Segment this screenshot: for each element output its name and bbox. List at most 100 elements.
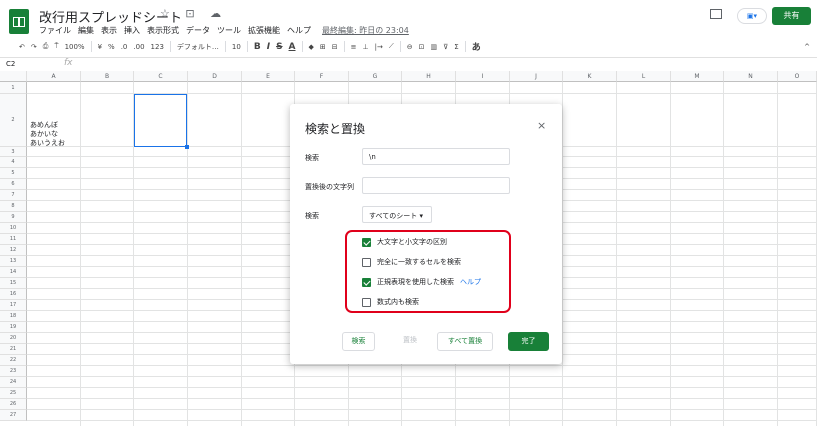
column-header[interactable]: N — [724, 71, 778, 82]
replace-input[interactable] — [362, 177, 510, 194]
merge-cells-icon[interactable]: ⊟ — [329, 43, 341, 51]
column-header[interactable]: C — [134, 71, 188, 82]
comment-history-icon[interactable] — [710, 9, 722, 19]
sheets-logo-icon[interactable] — [9, 9, 29, 34]
bold-icon[interactable]: B — [251, 42, 264, 52]
row-header[interactable]: 25 — [0, 388, 27, 399]
row-header[interactable]: 19 — [0, 322, 27, 333]
search-input[interactable]: \n — [362, 148, 510, 165]
meet-button[interactable]: ▣▾ — [737, 8, 767, 24]
row-header[interactable]: 4 — [0, 157, 27, 168]
insert-comment-icon[interactable]: ⊡ — [416, 43, 428, 51]
collapse-toolbar-icon[interactable]: ^ — [801, 43, 813, 51]
column-header[interactable]: B — [81, 71, 134, 82]
column-header[interactable]: F — [295, 71, 349, 82]
fill-color-icon[interactable]: ◆ — [306, 43, 317, 51]
row-header[interactable]: 23 — [0, 366, 27, 377]
menu-help[interactable]: ヘルプ — [287, 25, 311, 36]
row-header[interactable]: 8 — [0, 201, 27, 212]
decrease-decimal-icon[interactable]: .0 — [118, 43, 131, 51]
menu-file[interactable]: ファイル — [39, 25, 71, 36]
row-header[interactable]: 11 — [0, 234, 27, 245]
insert-chart-icon[interactable]: ▥ — [428, 43, 441, 51]
text-rotation-icon[interactable]: ⟋ — [386, 42, 397, 51]
row-header[interactable]: 13 — [0, 256, 27, 267]
percent-icon[interactable]: % — [105, 43, 118, 51]
row-header[interactable]: 1 — [0, 82, 27, 94]
row-header[interactable]: 9 — [0, 212, 27, 223]
column-header[interactable]: M — [671, 71, 724, 82]
last-edit-link[interactable]: 最終編集: 昨日の 23:04 — [322, 25, 409, 36]
insert-link-icon[interactable]: ⊖ — [404, 43, 416, 51]
input-tools-icon[interactable]: あ — [469, 40, 484, 53]
borders-icon[interactable]: ⊞ — [317, 43, 329, 51]
row-header[interactable]: 14 — [0, 267, 27, 278]
row-header[interactable]: 22 — [0, 355, 27, 366]
row-header[interactable]: 16 — [0, 289, 27, 300]
row-header[interactable]: 21 — [0, 344, 27, 355]
currency-icon[interactable]: ¥ — [95, 43, 105, 51]
column-header[interactable]: D — [188, 71, 242, 82]
menu-view[interactable]: 表示 — [101, 25, 117, 36]
row-header[interactable]: 17 — [0, 300, 27, 311]
row-header[interactable]: 24 — [0, 377, 27, 388]
font-select[interactable]: デフォルト… — [174, 42, 222, 52]
fill-handle[interactable] — [185, 145, 189, 149]
italic-icon[interactable]: I — [264, 42, 273, 52]
row-header[interactable]: 2 — [0, 94, 27, 147]
print-icon[interactable]: ⎙ — [40, 42, 52, 51]
horizontal-align-icon[interactable]: ≡ — [348, 43, 360, 51]
menu-edit[interactable]: 編集 — [78, 25, 94, 36]
row-header[interactable]: 18 — [0, 311, 27, 322]
column-header[interactable]: G — [349, 71, 402, 82]
cell-a2-text[interactable]: あめんぼ あかいな あいうえお — [30, 121, 65, 148]
column-header[interactable]: I — [456, 71, 510, 82]
text-wrap-icon[interactable]: |→ — [372, 43, 386, 51]
row-header[interactable]: 6 — [0, 179, 27, 190]
star-move-cloud-icons[interactable]: ☆ ⊡ ☁ — [160, 7, 227, 20]
filter-icon[interactable]: ⊽ — [440, 43, 451, 51]
column-header[interactable]: J — [510, 71, 563, 82]
row-header[interactable]: 26 — [0, 399, 27, 410]
replace-button[interactable]: 置換 — [395, 332, 425, 351]
replace-all-button[interactable]: すべて置換 — [437, 332, 493, 351]
menu-format[interactable]: 表示形式 — [147, 25, 179, 36]
paint-format-icon[interactable]: ⍑ — [51, 42, 61, 51]
redo-icon[interactable]: ↷ — [28, 43, 40, 51]
row-header[interactable]: 5 — [0, 168, 27, 179]
row-header[interactable]: 7 — [0, 190, 27, 201]
menu-tools[interactable]: ツール — [217, 25, 241, 36]
row-header[interactable]: 15 — [0, 278, 27, 289]
undo-icon[interactable]: ↶ — [16, 43, 28, 51]
row-header[interactable]: 27 — [0, 410, 27, 421]
row-header[interactable]: 12 — [0, 245, 27, 256]
vertical-align-icon[interactable]: ⊥ — [360, 43, 372, 51]
increase-decimal-icon[interactable]: .00 — [130, 43, 147, 51]
more-formats-select[interactable]: 123 — [148, 43, 167, 51]
select-all-corner[interactable] — [0, 71, 27, 82]
text-color-icon[interactable]: A — [286, 42, 299, 52]
done-button[interactable]: 完了 — [508, 332, 549, 351]
row-header[interactable]: 10 — [0, 223, 27, 234]
selected-cell-c2[interactable] — [134, 94, 187, 147]
menu-extensions[interactable]: 拡張機能 — [248, 25, 280, 36]
menu-insert[interactable]: 挿入 — [124, 25, 140, 36]
row-header[interactable]: 3 — [0, 147, 27, 157]
find-button[interactable]: 検索 — [342, 332, 375, 351]
column-header[interactable]: L — [617, 71, 671, 82]
functions-icon[interactable]: Σ — [451, 43, 461, 51]
column-header[interactable]: A — [27, 71, 81, 82]
zoom-select[interactable]: 100% — [62, 43, 88, 51]
menu-data[interactable]: データ — [186, 25, 210, 36]
close-icon[interactable]: × — [537, 119, 546, 132]
strikethrough-icon[interactable]: S — [273, 42, 285, 52]
name-box[interactable]: C2 — [6, 60, 15, 68]
column-header[interactable]: O — [778, 71, 817, 82]
share-button[interactable]: 共有 — [772, 7, 811, 25]
column-header[interactable]: E — [242, 71, 295, 82]
row-header[interactable]: 20 — [0, 333, 27, 344]
column-header[interactable]: H — [402, 71, 456, 82]
scope-select[interactable]: すべてのシート ▾ — [362, 206, 432, 223]
column-header[interactable]: K — [563, 71, 617, 82]
font-size-select[interactable]: 10 — [229, 43, 244, 51]
